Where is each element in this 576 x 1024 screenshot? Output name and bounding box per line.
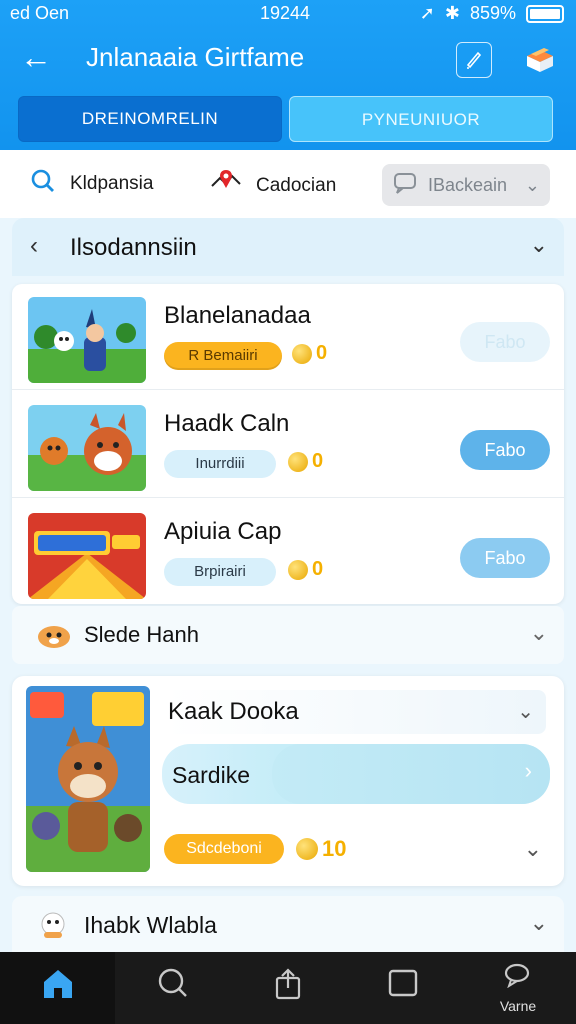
nav-label: Varne	[499, 998, 537, 1014]
chevron-right-icon[interactable]: ›	[525, 758, 532, 784]
play-button[interactable]: Fabo	[460, 322, 550, 362]
featured-game-card[interactable]: Kaak Dooka ⌄ Sardike › Sdcdeboni 10 ⌄	[12, 676, 564, 886]
chat-icon	[392, 171, 418, 200]
package-icon[interactable]	[522, 42, 558, 78]
coin-icon	[288, 559, 308, 580]
game-thumbnail	[28, 297, 146, 383]
app-header: ed Oen 19244 ➚ ✱ 859% ← Jnlanaaia Girtfa…	[0, 0, 576, 150]
battery-icon	[526, 4, 564, 23]
featured-banner[interactable]: Sardike ›	[162, 744, 550, 804]
list-item[interactable]: Haadk Caln Inurrdiii 0 Fabo	[12, 392, 564, 498]
banner-label: Sardike	[172, 762, 250, 788]
game-tag: R Bemaiiri	[164, 342, 282, 370]
play-button[interactable]: Fabo	[460, 538, 550, 578]
search-icon	[30, 168, 56, 200]
map-pin-icon	[208, 166, 244, 206]
location-filter-label: Cadocian	[256, 175, 337, 196]
location-arrow-icon: ➚	[419, 3, 435, 23]
featured-title[interactable]: Kaak Dooka ⌄	[166, 690, 546, 734]
coin-icon	[288, 451, 308, 472]
search-icon	[115, 966, 230, 1008]
nav-share[interactable]	[230, 952, 345, 1024]
tab-secondary[interactable]: PYNEUNIUOR	[289, 96, 553, 142]
section-header-tertiary[interactable]: Ihabk Wlabla ⌄	[12, 896, 564, 952]
featured-game-image	[26, 686, 150, 872]
featured-tag: Sdcdeboni	[164, 834, 284, 864]
bottom-navigation: Varne	[0, 952, 576, 1024]
page-title: Jnlanaaia Girtfame	[86, 42, 305, 72]
status-bar: ed Oen 19244 ➚ ✱ 859%	[0, 0, 576, 28]
list-item[interactable]: Blanelanadaa R Bemaiiri 0 Fabo	[12, 284, 564, 390]
tab-primary[interactable]: DREINOMRELIN	[18, 96, 282, 142]
game-thumbnail	[28, 513, 146, 599]
chevron-down-icon: ⌄	[524, 174, 540, 195]
carrier-text: ed Oen	[10, 3, 70, 23]
chevron-down-icon[interactable]: ⌄	[517, 690, 534, 734]
bluetooth-icon: ✱	[444, 3, 460, 23]
chevron-down-icon[interactable]: ⌄	[524, 836, 542, 862]
coin-icon	[296, 838, 318, 860]
section-header-primary[interactable]: ‹ Ilsodannsiin ⌄	[12, 218, 564, 276]
list-item[interactable]: Apiuia Cap Brpirairi 0 Fabo	[12, 500, 564, 606]
square-icon	[345, 966, 460, 1008]
section-title: Ihabk Wlabla	[84, 912, 217, 938]
game-list: Blanelanadaa R Bemaiiri 0 Fabo Haadk Cal…	[12, 284, 564, 604]
nav-more[interactable]: Varne	[460, 952, 576, 1024]
section-title: Slede Hanh	[84, 622, 199, 647]
coin-value: 10	[322, 836, 347, 861]
section-header-secondary[interactable]: Slede Hanh ⌄	[12, 606, 564, 664]
coin-count: 0	[292, 342, 327, 365]
game-name: Apiuia Cap	[164, 518, 282, 545]
chat-bubbles-icon	[460, 962, 576, 996]
chevron-down-icon[interactable]: ⌄	[530, 620, 548, 646]
filter-bar: Kldpansia Cadocian IBackeain ⌄	[0, 150, 576, 218]
section-title: Ilsodannsiin	[70, 234, 197, 261]
search-filter[interactable]: Kldpansia	[30, 168, 153, 200]
share-icon	[230, 966, 345, 1008]
home-icon	[0, 966, 115, 1008]
play-button[interactable]: Fabo	[460, 430, 550, 470]
coin-count: 0	[288, 558, 323, 581]
coin-value: 0	[312, 450, 324, 472]
game-name: Haadk Caln	[164, 410, 290, 437]
location-filter[interactable]: Cadocian	[208, 166, 336, 206]
coin-count: 0	[288, 450, 323, 473]
sort-dropdown[interactable]: IBackeain ⌄	[382, 164, 550, 206]
battery-percent: 859%	[469, 3, 516, 23]
mascot-icon	[36, 910, 70, 947]
coin-icon	[292, 343, 312, 364]
game-name: Blanelanadaa	[164, 302, 311, 329]
coin-count: 10	[296, 836, 346, 862]
banner-highlight	[272, 744, 550, 804]
game-tag: Inurrdiii	[164, 450, 276, 478]
search-filter-label: Kldpansia	[70, 173, 154, 194]
chevron-left-icon[interactable]: ‹	[30, 232, 38, 260]
nav-home[interactable]	[0, 952, 115, 1024]
chevron-down-icon[interactable]: ⌄	[530, 910, 548, 936]
chevron-down-icon[interactable]: ⌄	[530, 232, 548, 258]
nav-library[interactable]	[345, 952, 460, 1024]
coin-value: 0	[312, 558, 324, 580]
clock-text: 19244	[260, 3, 311, 23]
nav-search[interactable]	[115, 952, 230, 1024]
coin-value: 0	[316, 342, 328, 364]
pet-icon	[34, 622, 74, 656]
sort-dropdown-value: IBackeain	[428, 174, 508, 195]
back-arrow-icon[interactable]: ←	[18, 38, 54, 78]
featured-title-text: Kaak Dooka	[168, 698, 299, 725]
edit-icon[interactable]	[456, 42, 492, 78]
game-tag: Brpirairi	[164, 558, 276, 586]
game-thumbnail	[28, 405, 146, 491]
